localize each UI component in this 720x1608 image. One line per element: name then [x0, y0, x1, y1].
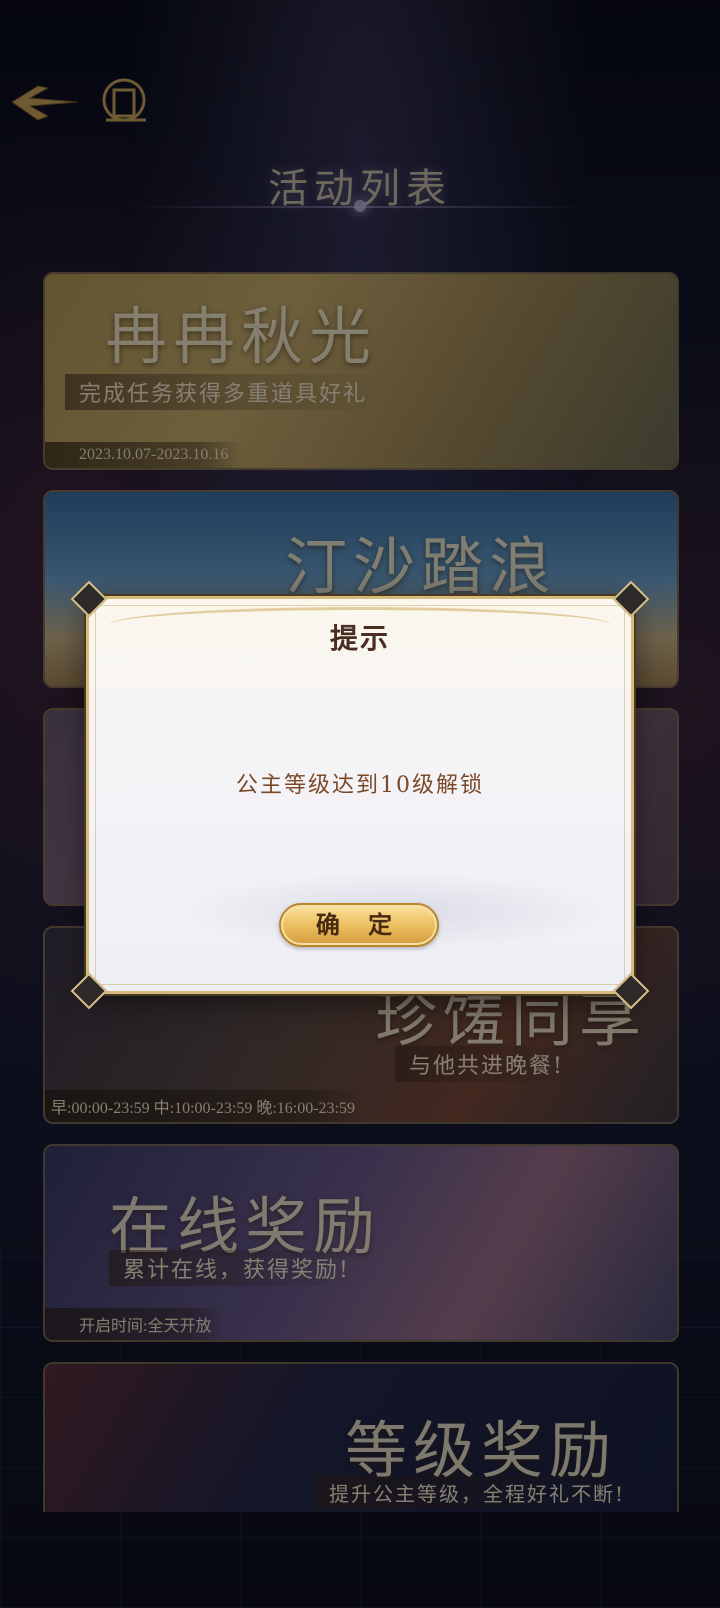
dialog-title: 提示	[329, 622, 390, 655]
dialog-message: 公主等级达到10级解锁	[236, 773, 484, 798]
confirm-button[interactable]: 确 定	[279, 903, 439, 947]
tip-dialog: 提示 公主等级达到10级解锁 确 定	[70, 580, 650, 1010]
